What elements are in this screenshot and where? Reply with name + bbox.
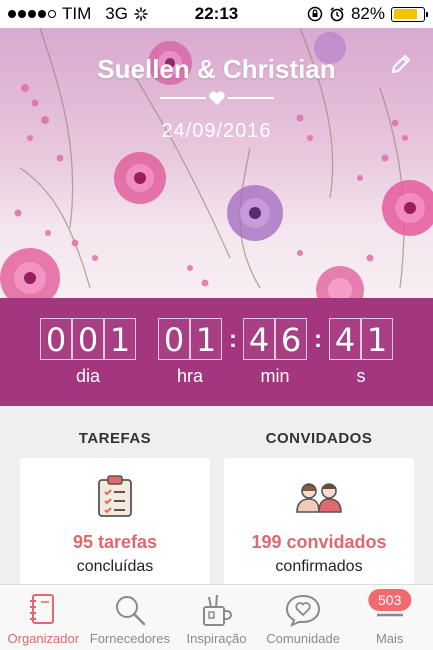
tab-label: Inspiração [186, 631, 247, 646]
tab-label: Fornecedores [89, 631, 170, 646]
wedding-date: 24/09/2016 [161, 120, 272, 142]
tasks-status: concluídas [76, 558, 154, 575]
tab-mais[interactable]: 503 Mais [346, 585, 433, 650]
guests-count: 199 convidados [251, 532, 387, 552]
carrier-name: TIM [62, 4, 92, 23]
battery-icon [391, 6, 428, 22]
minutes-digit: 6 [275, 318, 307, 360]
hours-digit: 0 [158, 318, 190, 360]
colon-separator: : [229, 326, 237, 353]
heart-divider-icon [160, 91, 274, 105]
clipboard-checklist-icon [98, 475, 132, 517]
seconds-digit: 4 [329, 318, 361, 360]
summary-section: TAREFAS CONVIDADOS 95 tarefas concluídas… [0, 406, 433, 588]
countdown-minutes: 4 6 [243, 318, 307, 360]
days-digit: 1 [104, 318, 136, 360]
days-digit: 0 [72, 318, 104, 360]
notebook-icon [30, 594, 55, 624]
minutes-label: min [260, 366, 290, 386]
tasks-count: 95 tarefas [72, 532, 158, 552]
edit-pencil-icon[interactable] [389, 52, 413, 76]
seconds-digit: 1 [361, 318, 393, 360]
tab-label: Mais [375, 631, 404, 646]
guests-couple-icon [296, 483, 342, 513]
inspiration-icon [203, 594, 233, 626]
tab-inspiracao[interactable]: Inspiração [173, 585, 260, 650]
tasks-title: TAREFAS [78, 430, 152, 447]
alarm-clock-icon [330, 7, 344, 22]
rotation-lock-icon [307, 6, 323, 22]
tab-comunidade[interactable]: Comunidade [260, 585, 347, 650]
tab-label: Organizador [7, 631, 80, 646]
seconds-label: s [356, 366, 366, 386]
wedding-header: Suellen & Christian 24/09/2016 [0, 28, 433, 298]
days-digit: 0 [40, 318, 72, 360]
tab-organizador[interactable]: Organizador [0, 585, 87, 650]
countdown-days: 0 0 1 [40, 318, 136, 360]
countdown-panel: 0 0 1 dia 0 1 hra : 4 6 min : 4 1 s [0, 298, 433, 406]
guests-card[interactable]: 199 convidados confirmados [224, 458, 414, 588]
couple-names: Suellen & Christian [97, 54, 336, 84]
tab-fornecedores[interactable]: Fornecedores [87, 585, 174, 650]
notification-badge: 503 [367, 589, 412, 611]
chat-heart-icon [286, 594, 321, 627]
countdown-seconds: 4 1 [329, 318, 393, 360]
battery-percent: 82% [350, 4, 385, 23]
activity-spinner-icon [134, 7, 148, 21]
tab-label: Comunidade [266, 631, 340, 646]
status-right: 82% [307, 4, 428, 24]
signal-strength-icon [8, 10, 56, 18]
hours-digit: 1 [190, 318, 222, 360]
guests-title: CONVIDADOS [265, 430, 373, 447]
guests-status: confirmados [275, 558, 363, 575]
tasks-card[interactable]: 95 tarefas concluídas [20, 458, 210, 588]
hours-label: hra [176, 366, 203, 386]
countdown-hours: 0 1 [158, 318, 222, 360]
network-type: 3G [105, 4, 128, 23]
status-left: TIM 3G [8, 4, 148, 24]
status-bar: TIM 3G 22:13 82% [0, 0, 433, 28]
bottom-tab-bar: Organizador Fornecedores Inspiração Comu… [0, 584, 433, 650]
days-label: dia [75, 366, 101, 386]
search-icon [115, 596, 146, 626]
colon-separator: : [314, 326, 322, 353]
minutes-digit: 4 [243, 318, 275, 360]
